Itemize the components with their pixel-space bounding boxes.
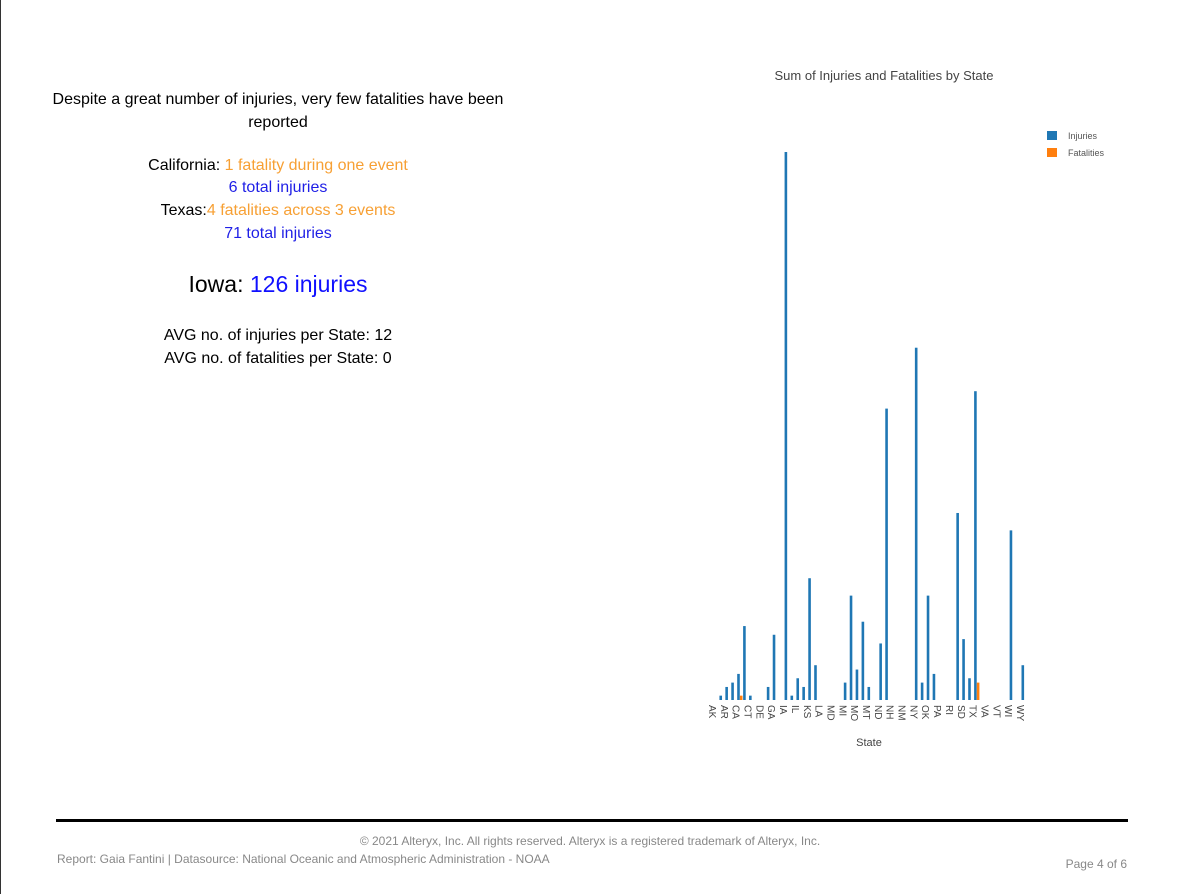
- x-tick-nh: NH: [884, 705, 895, 719]
- bar-injuries-ms: [861, 621, 865, 700]
- footer-divider: [56, 819, 1128, 822]
- x-tick-sd: SD: [955, 705, 966, 719]
- x-tick-mi: MI: [836, 705, 847, 716]
- bar-injuries-mi: [843, 682, 847, 700]
- x-axis-label: State: [856, 737, 882, 749]
- x-tick-mo: MO: [848, 705, 859, 721]
- x-tick-ak: AK: [706, 705, 717, 719]
- bar-injuries-ca: [737, 673, 740, 700]
- bar-injuries-sd: [962, 639, 965, 700]
- bar-injuries-tn: [968, 678, 971, 700]
- x-tick-ca: CA: [730, 705, 741, 719]
- bar-injuries-ks: [808, 578, 811, 700]
- footer-report: Report: Gaia Fantini | Datasource: Natio…: [57, 852, 550, 866]
- x-tick-ia: IA: [777, 705, 788, 715]
- bar-injuries-wy: [1021, 665, 1025, 700]
- bar-injuries-sc: [956, 512, 959, 700]
- bar-injuries-az: [731, 682, 734, 700]
- bar-injuries-ar: [725, 686, 728, 700]
- x-tick-ok: OK: [919, 705, 930, 720]
- x-tick-ar: AR: [718, 705, 729, 719]
- bar-injuries-mo: [855, 669, 859, 700]
- bar-injuries-oh: [920, 682, 924, 700]
- bar-injuries-fl: [766, 686, 770, 700]
- x-tick-de: DE: [753, 705, 764, 719]
- x-tick-ga: GA: [765, 705, 776, 720]
- legend-fatalities-label: Fatalities: [1068, 148, 1105, 158]
- legend-injuries-label: Injuries: [1068, 131, 1098, 141]
- bars-group: [719, 152, 1025, 700]
- bar-injuries-ia: [784, 152, 788, 700]
- bar-injuries-tx: [974, 391, 977, 700]
- x-tick-tx: TX: [967, 705, 978, 718]
- x-tick-labels: AK AR CA CT DE GA IA IL KS LA MD MI MO MT ND NH NM NY OK PA…: [706, 705, 1025, 721]
- bar-injuries-ok: [926, 595, 930, 700]
- legend-injuries-swatch: [1047, 131, 1057, 140]
- bar-injuries-ga: [772, 634, 776, 700]
- chart-title: Sum of Injuries and Fatalities by State: [775, 68, 994, 83]
- x-tick-vt: VT: [990, 705, 1001, 718]
- bar-fatalities-tx: [976, 682, 980, 700]
- bar-chart: Sum of Injuries and Fatalities by State …: [706, 68, 1105, 749]
- footer-copyright: © 2021 Alteryx, Inc. All rights reserved…: [359, 834, 821, 848]
- bar-injuries-co: [743, 626, 746, 700]
- x-tick-il: IL: [789, 705, 800, 714]
- bar-injuries-ky: [814, 665, 817, 700]
- x-tick-nd: ND: [872, 705, 883, 719]
- bar-injuries-ny: [914, 347, 918, 700]
- bar-injuries-il: [796, 678, 800, 700]
- x-tick-wi: WI: [1002, 705, 1013, 717]
- bar-injuries-ne: [885, 408, 888, 700]
- x-tick-ct: CT: [742, 705, 753, 718]
- x-tick-ny: NY: [907, 705, 918, 719]
- footer-page-number: Page 4 of 6: [1065, 857, 1127, 871]
- x-tick-mt: MT: [860, 705, 871, 719]
- x-tick-pa: PA: [931, 705, 942, 718]
- bar-fatalities-ca: [739, 695, 743, 700]
- bar-injuries-id: [790, 695, 794, 700]
- x-tick-wy: WY: [1014, 705, 1025, 721]
- x-tick-la: LA: [813, 705, 824, 718]
- x-tick-nm: NM: [896, 705, 907, 721]
- bar-injuries-nd: [879, 643, 882, 700]
- legend-fatalities-swatch: [1047, 148, 1057, 157]
- x-tick-va: VA: [978, 705, 989, 718]
- bar-injuries-or: [932, 673, 936, 700]
- bar-injuries-al: [719, 695, 723, 700]
- bar-injuries-mn: [849, 595, 853, 700]
- bar-injuries-ct: [749, 695, 752, 700]
- bar-injuries-mt: [867, 686, 871, 700]
- bar-injuries-wi: [1009, 530, 1013, 700]
- x-tick-md: MD: [824, 705, 835, 721]
- x-tick-ks: KS: [801, 705, 812, 719]
- bar-injuries-in: [802, 686, 805, 700]
- x-tick-ri: RI: [943, 705, 954, 715]
